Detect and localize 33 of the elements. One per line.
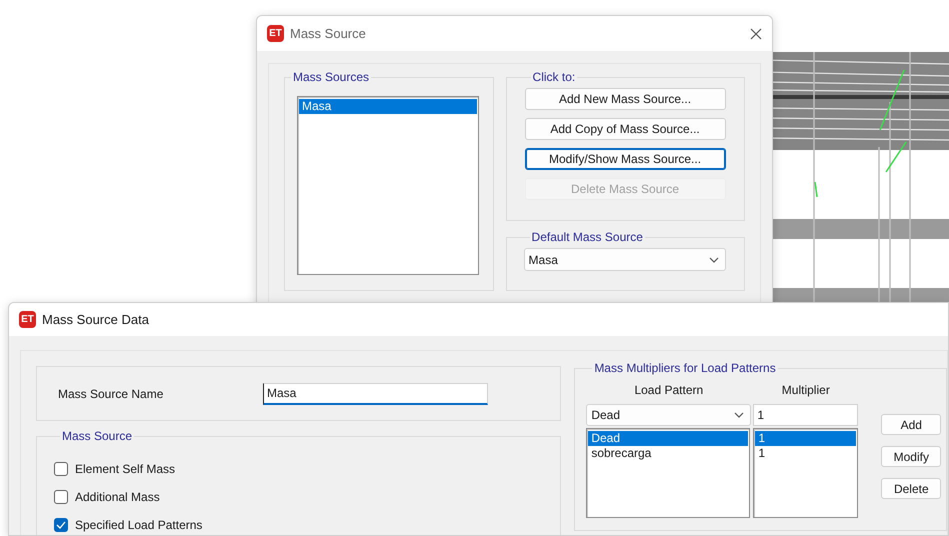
list-item[interactable]: Dead bbox=[588, 431, 748, 446]
checkbox-label: Additional Mass bbox=[75, 489, 160, 506]
load-pattern-list[interactable]: Dead sobrecarga bbox=[586, 428, 750, 518]
multiplier-list[interactable]: 1 1 bbox=[753, 428, 858, 518]
action-button[interactable]: Add New Mass Source... bbox=[524, 88, 726, 110]
window-title: Mass Source bbox=[290, 24, 366, 43]
checkbox-label: Specified Load Patterns bbox=[75, 517, 202, 534]
window-title: Mass Source Data bbox=[42, 310, 149, 329]
list-item[interactable]: Masa bbox=[299, 99, 477, 114]
group-label: Default Mass Source bbox=[530, 230, 644, 244]
dialog-button[interactable]: Add bbox=[881, 414, 942, 435]
list-item[interactable]: sobrecarga bbox=[588, 446, 748, 461]
checkbox-label: Element Self Mass bbox=[75, 461, 176, 478]
action-button[interactable]: Add Copy of Mass Source... bbox=[524, 118, 726, 140]
multiplier-input-field[interactable]: 1 bbox=[753, 404, 858, 426]
group-label: Mass Multipliers for Load Patterns bbox=[593, 361, 777, 375]
default-mass-source-dropdown[interactable]: Masa bbox=[524, 248, 726, 271]
dialog-button[interactable]: Delete bbox=[881, 478, 942, 499]
action-button[interactable]: Modify/Show Mass Source... bbox=[524, 148, 726, 170]
list-item[interactable]: 1 bbox=[755, 431, 856, 446]
dialog-button[interactable]: Modify bbox=[881, 446, 942, 467]
group-label: Mass Sources bbox=[292, 70, 370, 84]
app-logo-icon: ET bbox=[19, 311, 36, 328]
column-header: Multiplier bbox=[780, 382, 831, 399]
load-pattern-dropdown[interactable]: Dead bbox=[586, 404, 752, 426]
group-label: Mass Source bbox=[61, 429, 134, 443]
field-label: Mass Source Name bbox=[58, 386, 164, 402]
list-item[interactable]: 1 bbox=[755, 446, 856, 461]
group-label: Click to: bbox=[532, 70, 576, 84]
name-input-field[interactable]: Masa bbox=[263, 382, 488, 404]
mass-sources-list[interactable]: Masa bbox=[297, 96, 479, 275]
app-logo-icon: ET bbox=[267, 25, 284, 42]
column-header: Load Pattern bbox=[633, 382, 704, 399]
